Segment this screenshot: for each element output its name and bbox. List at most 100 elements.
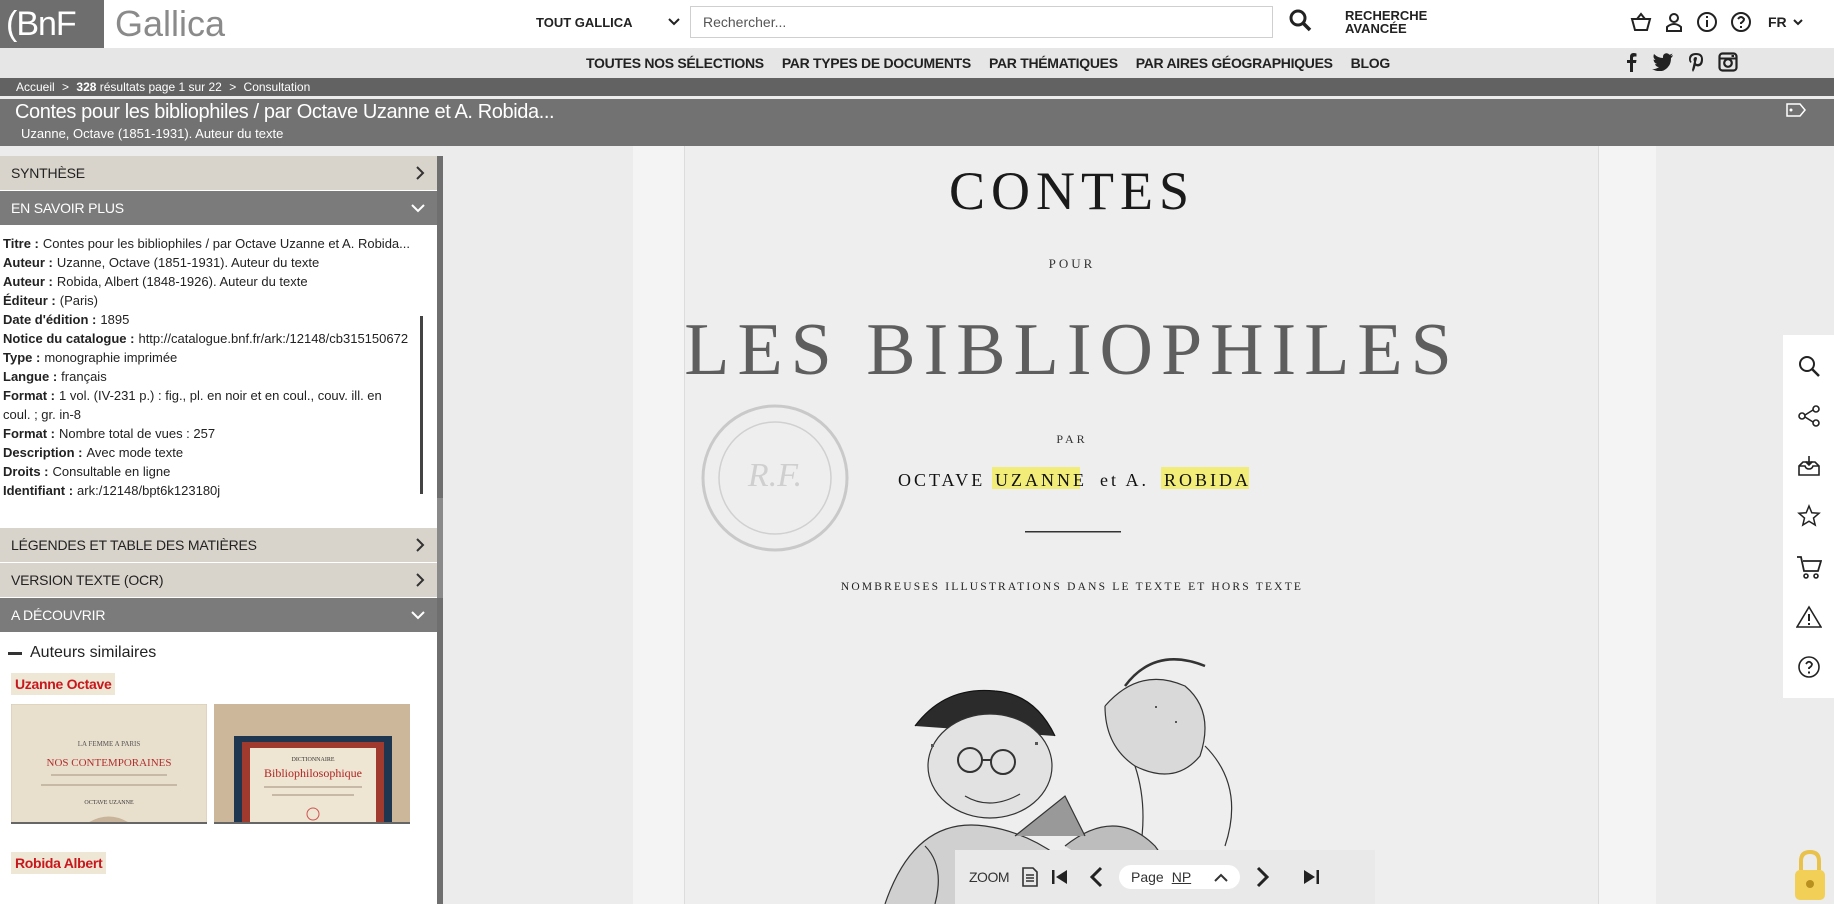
- metadata-label: Type :: [3, 350, 41, 365]
- metadata-value: 1895: [100, 312, 130, 327]
- document-viewer[interactable]: CONTES POUR LES BIBLIOPHILES R.F. PAR OC…: [443, 146, 1834, 904]
- nav-item-themes[interactable]: PAR THÉMATIQUES: [989, 55, 1118, 71]
- svg-text:R.F.: R.F.: [747, 457, 802, 494]
- breadcrumb: Accueil > 328 résultats page 1 sur 22 > …: [0, 78, 1834, 96]
- metadata-value: Consultable en ligne: [52, 464, 171, 479]
- gallica-logo[interactable]: Gallica: [115, 0, 225, 48]
- chevron-up-icon[interactable]: [1213, 873, 1228, 882]
- nav-item-blog[interactable]: BLOG: [1351, 55, 1391, 71]
- author-link-uzanne[interactable]: Uzanne Octave: [11, 673, 116, 695]
- thumbnail-text: NOS CONTEMPORAINES: [47, 757, 172, 769]
- lock-icon[interactable]: [1792, 848, 1828, 902]
- scan-text: OCTAVE: [898, 470, 985, 490]
- metadata-row: Auteur : Uzanne, Octave (1851-1931). Aute…: [3, 253, 425, 272]
- page-navigation: ZOOM Page NP: [955, 850, 1375, 904]
- scan-text: UZANNE: [995, 470, 1087, 490]
- instagram-icon[interactable]: [1718, 52, 1738, 72]
- metadata-row: Description : Avec mode texte: [3, 443, 425, 462]
- warning-icon[interactable]: [1795, 605, 1822, 629]
- accordion-legendes[interactable]: LÉGENDES ET TABLE DES MATIÈRES: [0, 528, 437, 563]
- header-tools: FR: [1630, 6, 1803, 38]
- search-icon[interactable]: [1797, 354, 1821, 378]
- page-scan[interactable]: CONTES POUR LES BIBLIOPHILES R.F. PAR OC…: [684, 146, 1599, 904]
- nav-item-document-types[interactable]: PAR TYPES DE DOCUMENTS: [782, 55, 971, 71]
- info-icon[interactable]: [1696, 11, 1718, 33]
- accordion-en-savoir-plus[interactable]: EN SAVOIR PLUS: [0, 191, 437, 226]
- download-icon[interactable]: [1797, 454, 1821, 478]
- metadata-row: Langue : français: [3, 367, 425, 386]
- chevron-right-icon: [416, 538, 425, 552]
- twitter-icon[interactable]: [1652, 53, 1674, 71]
- thumbnail-nos-contemporaines[interactable]: LA FEMME A PARIS NOS CONTEMPORAINES OCTA…: [11, 704, 207, 824]
- search-scope-select[interactable]: TOUT GALLICA: [526, 8, 686, 36]
- nav-item-selections[interactable]: TOUTES NOS SÉLECTIONS: [586, 55, 764, 71]
- cart-icon[interactable]: [1796, 555, 1822, 579]
- metadata-row: Date d'édition :1895: [3, 310, 425, 329]
- first-page-icon[interactable]: [1051, 869, 1069, 885]
- main-nav: TOUTES NOS SÉLECTIONS PAR TYPES DE DOCUM…: [0, 48, 1834, 78]
- metadata-label: Auteur :: [3, 274, 53, 289]
- accordion-synthese[interactable]: SYNTHÈSE: [0, 156, 437, 191]
- breadcrumb-current: Consultation: [243, 80, 311, 94]
- next-page-icon[interactable]: [1256, 866, 1270, 888]
- metadata-scrollbar[interactable]: [420, 316, 423, 494]
- user-icon[interactable]: [1664, 12, 1684, 32]
- page-field[interactable]: Page NP: [1119, 865, 1240, 889]
- facebook-icon[interactable]: [1624, 52, 1638, 72]
- bnf-logo[interactable]: (BnF: [0, 0, 104, 48]
- breadcrumb-results-text[interactable]: résultats page 1 sur 22: [100, 80, 222, 94]
- pinterest-icon[interactable]: [1688, 52, 1704, 72]
- scan-text: PAR: [1056, 432, 1087, 446]
- metadata-value[interactable]: Robida, Albert (1848-1926). Auteur du te…: [57, 274, 308, 289]
- star-icon[interactable]: [1796, 504, 1821, 528]
- metadata-label: Éditeur :: [3, 293, 56, 308]
- catalogue-link[interactable]: http://catalogue.bnf.fr/ark:/12148/cb315…: [138, 331, 408, 346]
- accordion-decouvrir[interactable]: A DÉCOUVRIR: [0, 598, 437, 633]
- thumbnail-text: LA FEMME A PARIS: [78, 740, 141, 748]
- scan-text: et A.: [1100, 470, 1149, 490]
- nav-item-geographic-areas[interactable]: PAR AIRES GÉOGRAPHIQUES: [1136, 55, 1333, 71]
- metadata-label: Auteur :: [3, 255, 53, 270]
- metadata-row: Identifiant : ark:/12148/bpt6k123180j: [3, 481, 425, 500]
- author-link-robida[interactable]: Robida Albert: [11, 852, 107, 874]
- thumbnail-dictionnaire[interactable]: DICTIONNAIRE Bibliophilosophique: [214, 704, 410, 824]
- scan-text: NOMBREUSES ILLUSTRATIONS DANS LE TEXTE E…: [841, 581, 1303, 593]
- help-icon[interactable]: [1730, 11, 1752, 33]
- document-title: Contes pour les bibliophiles / par Octav…: [15, 101, 555, 123]
- accordion-ocr[interactable]: VERSION TEXTE (OCR): [0, 563, 437, 598]
- language-value: FR: [1768, 14, 1787, 30]
- chevron-right-icon: [416, 166, 425, 180]
- metadata-row: Format : Nombre total de vues : 257: [3, 424, 425, 443]
- accordion-en-savoir-plus-label: EN SAVOIR PLUS: [11, 200, 124, 216]
- metadata-row: Notice du catalogue : http://catalogue.bn…: [3, 329, 425, 348]
- previous-page-icon[interactable]: [1089, 866, 1103, 888]
- metadata-value[interactable]: Uzanne, Octave (1851-1931). Auteur du te…: [57, 255, 319, 270]
- metadata-row: Droits : Consultable en ligne: [3, 462, 425, 481]
- basket-icon[interactable]: [1630, 12, 1652, 32]
- language-selector[interactable]: FR: [1768, 14, 1803, 30]
- last-page-icon[interactable]: [1302, 869, 1320, 885]
- metadata-label: Droits :: [3, 464, 49, 479]
- thumbnail-text: OCTAVE UZANNE: [84, 800, 134, 806]
- advanced-search-link[interactable]: RECHERCHE AVANCÉE: [1345, 9, 1435, 35]
- page-number-input[interactable]: NP: [1172, 869, 1206, 885]
- similar-authors-heading: Auteurs similaires: [30, 644, 157, 661]
- document-icon[interactable]: [1021, 867, 1039, 887]
- similar-authors-toggle[interactable]: Auteurs similaires: [0, 633, 437, 673]
- chevron-down-icon: [1792, 18, 1803, 26]
- search-input[interactable]: [690, 6, 1273, 38]
- breadcrumb-results-count[interactable]: 328: [76, 80, 96, 94]
- zoom-button[interactable]: ZOOM: [969, 869, 1010, 885]
- tag-icon[interactable]: [1786, 103, 1806, 117]
- help-icon[interactable]: [1797, 655, 1821, 679]
- search-icon[interactable]: [1288, 8, 1316, 36]
- metadata-label: Format :: [3, 426, 55, 441]
- top-header: (BnF Gallica TOUT GALLICA RECHERCHE AVAN…: [0, 0, 1834, 48]
- chevron-right-icon: [416, 573, 425, 587]
- advanced-search-line2: AVANCÉE: [1345, 21, 1407, 36]
- metadata-list[interactable]: Titre : Contes pour les bibliophiles / pa…: [0, 226, 437, 528]
- thumbnail-row: LA FEMME A PARIS NOS CONTEMPORAINES OCTA…: [0, 695, 437, 824]
- share-icon[interactable]: [1797, 404, 1821, 428]
- metadata-label: Notice du catalogue :: [3, 331, 135, 346]
- breadcrumb-home[interactable]: Accueil: [16, 80, 55, 94]
